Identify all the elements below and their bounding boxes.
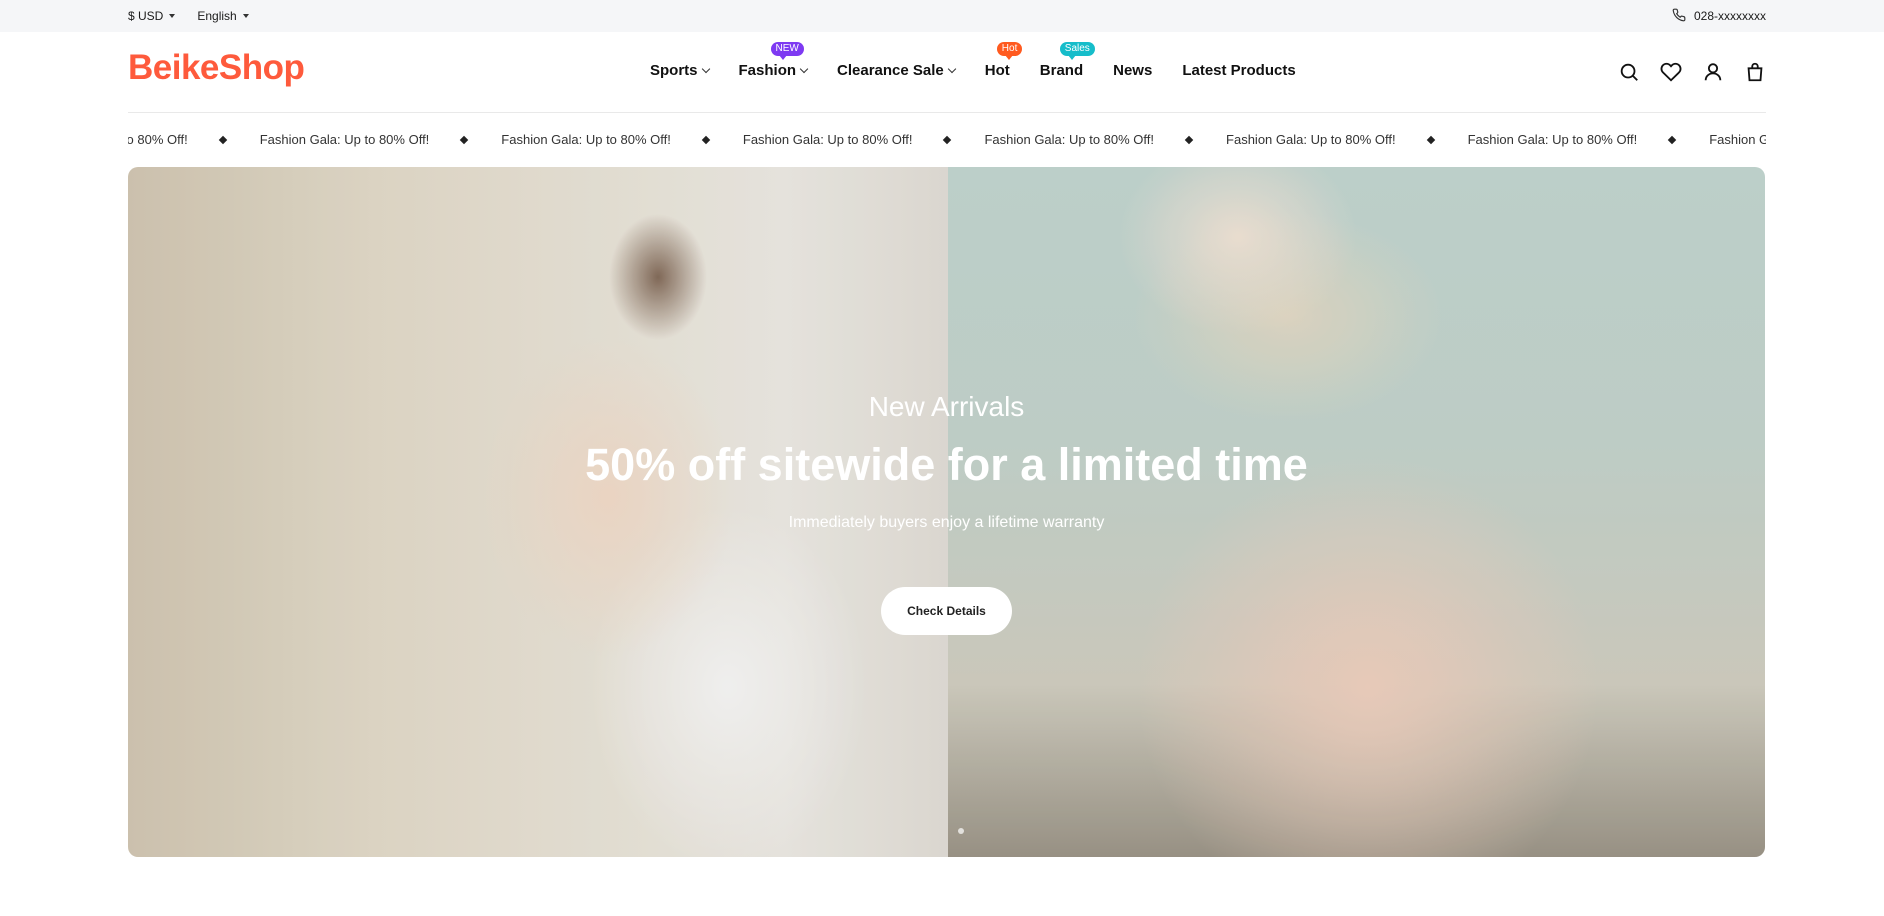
header-icons bbox=[1618, 61, 1766, 83]
nav-item-fashion[interactable]: NEW Fashion bbox=[738, 42, 809, 79]
language-selector[interactable]: English bbox=[197, 9, 249, 23]
nav-label: Clearance Sale bbox=[837, 62, 944, 79]
nav-item-sports[interactable]: Sports bbox=[650, 62, 710, 79]
diamond-icon bbox=[1667, 135, 1677, 144]
topbar: $ USD English 028-xxxxxxxx bbox=[0, 0, 1884, 32]
hero-subtitle: New Arrivals bbox=[868, 391, 1025, 422]
ticker-item: Gala: Up to 80% Off! bbox=[128, 132, 188, 147]
diamond-icon bbox=[460, 135, 469, 144]
diamond-icon bbox=[943, 135, 952, 144]
caret-down-icon bbox=[169, 14, 176, 18]
chevron-down-icon bbox=[947, 64, 957, 73]
nav-label: Hot bbox=[984, 62, 1010, 79]
diamond-icon bbox=[1184, 135, 1194, 144]
caret-down-icon bbox=[242, 14, 249, 18]
ticker-item: Fashion Gala: Up to 80% Off! bbox=[501, 132, 671, 147]
badge-hot: Hot bbox=[996, 42, 1023, 60]
ticker-item: Fashion Gala: Up to 80% Off! bbox=[1226, 132, 1396, 147]
phone-number: 028-xxxxxxxx bbox=[1693, 9, 1766, 23]
nav-item-hot[interactable]: Hot Hot bbox=[984, 42, 1023, 79]
hero-overlay bbox=[128, 167, 1765, 857]
logo[interactable]: BeikeShop bbox=[128, 48, 305, 88]
language-label: English bbox=[197, 9, 237, 23]
nav-item-brand[interactable]: Sales Brand bbox=[1039, 42, 1095, 79]
badge-sales: Sales bbox=[1059, 42, 1095, 60]
nav-label: Sports bbox=[650, 62, 698, 79]
hero-description: Immediately buyers enjoy a lifetime warr… bbox=[788, 514, 1105, 531]
currency-label: $ USD bbox=[128, 9, 164, 23]
heart-icon[interactable] bbox=[1660, 61, 1682, 83]
phone-icon bbox=[1672, 8, 1686, 25]
carousel-dot[interactable] bbox=[958, 828, 964, 834]
nav-label: News bbox=[1113, 62, 1153, 79]
hero-banner[interactable]: New Arrivals 50% off sitewide for a limi… bbox=[128, 167, 1765, 857]
nav-item-news[interactable]: News bbox=[1113, 62, 1152, 79]
currency-selector[interactable]: $ USD bbox=[128, 9, 176, 23]
header: BeikeShop Sports NEW Fashion Clearance S… bbox=[128, 32, 1766, 113]
badge-new: NEW bbox=[770, 42, 804, 60]
nav-label: Fashion bbox=[738, 62, 797, 79]
ticker-item: Fashion Gala: Up to 80% Off! bbox=[742, 132, 913, 147]
announcement-ticker: Gala: Up to 80% Off! Fashion Gala: Up to… bbox=[128, 113, 1766, 168]
nav-label: Brand bbox=[1039, 62, 1084, 79]
ticker-item: Fashion Gala: Up to 80% O bbox=[1709, 132, 1766, 147]
check-details-button[interactable]: Check Details bbox=[881, 587, 1012, 635]
ticker-item: Fashion Gala: Up to 80% Off! bbox=[1467, 132, 1638, 147]
nav-item-latest-products[interactable]: Latest Products bbox=[1182, 62, 1295, 79]
search-icon[interactable] bbox=[1618, 61, 1640, 83]
chevron-down-icon bbox=[701, 64, 710, 73]
nav-item-clearance-sale[interactable]: Clearance Sale bbox=[837, 62, 957, 79]
user-icon[interactable] bbox=[1702, 61, 1724, 83]
diamond-icon bbox=[218, 135, 227, 144]
chevron-down-icon bbox=[799, 64, 809, 73]
diamond-icon bbox=[701, 135, 711, 144]
ticker-item: Fashion Gala: Up to 80% Off! bbox=[984, 132, 1155, 147]
diamond-icon bbox=[1426, 135, 1435, 144]
cart-icon[interactable] bbox=[1744, 61, 1766, 83]
main-nav: Sports NEW Fashion Clearance Sale Hot Ho… bbox=[650, 42, 1296, 79]
ticker-item: Fashion Gala: Up to 80% Off! bbox=[259, 132, 430, 147]
nav-label: Latest Products bbox=[1182, 62, 1296, 79]
hero-title: 50% off sitewide for a limited time bbox=[585, 439, 1308, 490]
